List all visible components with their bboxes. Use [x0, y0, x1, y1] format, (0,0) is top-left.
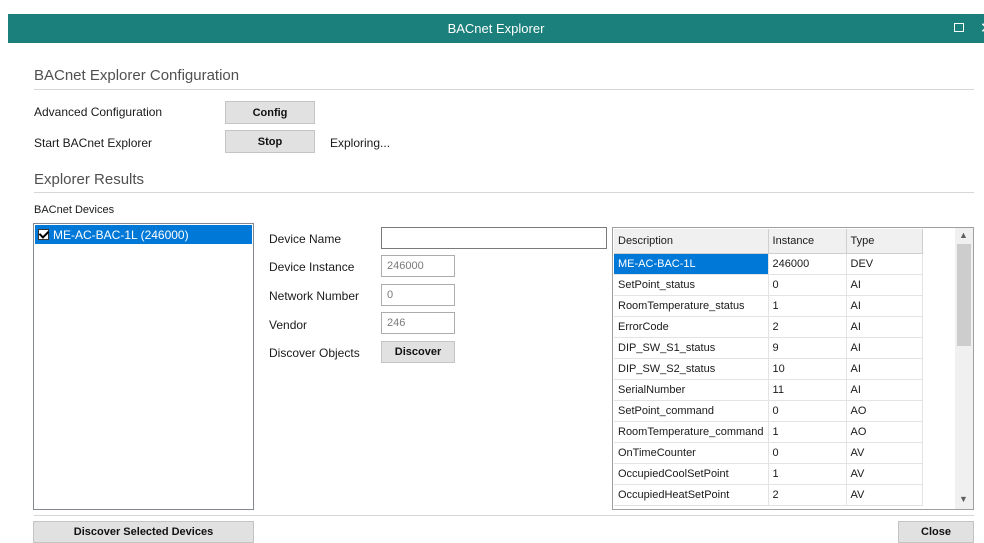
cell-type: DEV: [846, 253, 923, 275]
column-header-description[interactable]: Description: [614, 229, 769, 254]
column-header-type[interactable]: Type: [846, 229, 923, 254]
device-list-label: ME-AC-BAC-1L (246000): [53, 227, 189, 242]
device-instance-label: Device Instance: [269, 260, 355, 274]
cell-instance: 0: [768, 442, 847, 464]
cell-description: OccupiedHeatSetPoint: [614, 484, 769, 506]
table-row[interactable]: OccupiedCoolSetPoint 1 AV: [614, 463, 923, 485]
cell-description: OnTimeCounter: [614, 442, 769, 464]
config-divider: [34, 89, 974, 90]
cell-instance: 1: [768, 463, 847, 485]
table-row[interactable]: SetPoint_status 0 AI: [614, 274, 923, 296]
cell-instance: 0: [768, 400, 847, 422]
cell-type: AI: [846, 316, 923, 338]
cell-instance: 0: [768, 274, 847, 296]
table-row[interactable]: ME-AC-BAC-1L 246000 DEV: [614, 253, 923, 275]
cell-type: AO: [846, 400, 923, 422]
cell-instance: 11: [768, 379, 847, 401]
cell-description: ErrorCode: [614, 316, 769, 338]
cell-type: AO: [846, 421, 923, 443]
discover-button[interactable]: Discover: [381, 341, 455, 363]
cell-type: AI: [846, 358, 923, 380]
discover-selected-devices-button[interactable]: Discover Selected Devices: [33, 521, 254, 543]
cell-type: AV: [846, 463, 923, 485]
bacnet-devices-label: BACnet Devices: [34, 204, 115, 216]
stop-button[interactable]: Stop: [225, 130, 315, 153]
cell-instance: 9: [768, 337, 847, 359]
table-row[interactable]: DIP_SW_S2_status 10 AI: [614, 358, 923, 380]
cell-type: AI: [846, 274, 923, 296]
cell-description: DIP_SW_S2_status: [614, 358, 769, 380]
device-name-label: Device Name: [269, 232, 342, 246]
results-section-title: Explorer Results: [34, 171, 145, 188]
device-instance-field[interactable]: [381, 255, 455, 277]
maximize-icon[interactable]: [954, 23, 964, 32]
cell-description: RoomTemperature_status: [614, 295, 769, 317]
cell-instance: 2: [768, 316, 847, 338]
table-row[interactable]: DIP_SW_S1_status 9 AI: [614, 337, 923, 359]
table-row[interactable]: ErrorCode 2 AI: [614, 316, 923, 338]
cell-type: AV: [846, 484, 923, 506]
grid-scrollbar[interactable]: ▲ ▼: [955, 228, 973, 509]
table-row[interactable]: RoomTemperature_status 1 AI: [614, 295, 923, 317]
window-title: BACnet Explorer: [447, 21, 545, 36]
results-divider: [34, 192, 974, 193]
cell-instance: 1: [768, 295, 847, 317]
start-explorer-label: Start BACnet Explorer: [34, 136, 153, 150]
cell-type: AI: [846, 295, 923, 317]
table-row[interactable]: OccupiedHeatSetPoint 2 AV: [614, 484, 923, 506]
device-list-item[interactable]: ME-AC-BAC-1L (246000): [35, 225, 252, 244]
network-number-field[interactable]: [381, 284, 455, 306]
advanced-config-label: Advanced Configuration: [34, 105, 163, 119]
cell-type: AI: [846, 337, 923, 359]
config-button[interactable]: Config: [225, 101, 315, 124]
cell-description: DIP_SW_S1_status: [614, 337, 769, 359]
table-row[interactable]: SetPoint_command 0 AO: [614, 400, 923, 422]
device-name-field[interactable]: [381, 227, 607, 249]
cell-description: OccupiedCoolSetPoint: [614, 463, 769, 485]
vendor-field[interactable]: [381, 312, 455, 334]
cell-type: AI: [846, 379, 923, 401]
cell-instance: 246000: [768, 253, 847, 275]
explorer-status: Exploring...: [330, 136, 391, 150]
vendor-label: Vendor: [269, 318, 308, 332]
config-section-title: BACnet Explorer Configuration: [34, 67, 240, 84]
device-checkbox[interactable]: [38, 229, 49, 240]
cell-description: SerialNumber: [614, 379, 769, 401]
table-row[interactable]: SerialNumber 11 AI: [614, 379, 923, 401]
scroll-up-icon[interactable]: ▲: [959, 230, 968, 240]
table-row[interactable]: RoomTemperature_command 1 AO: [614, 421, 923, 443]
network-number-label: Network Number: [269, 289, 360, 303]
discover-objects-label: Discover Objects: [269, 346, 360, 360]
scroll-down-icon[interactable]: ▼: [959, 494, 968, 504]
cell-instance: 2: [768, 484, 847, 506]
objects-grid[interactable]: Description Instance Type ME-AC-BAC-1L 24…: [612, 227, 974, 510]
close-button[interactable]: Close: [898, 521, 974, 543]
devices-list[interactable]: ME-AC-BAC-1L (246000): [33, 223, 254, 510]
cell-instance: 10: [768, 358, 847, 380]
footer-divider: [34, 515, 974, 516]
table-header-row: Description Instance Type: [614, 229, 923, 254]
cell-instance: 1: [768, 421, 847, 443]
title-bar: BACnet Explorer ✕: [8, 14, 984, 43]
objects-table: Description Instance Type ME-AC-BAC-1L 24…: [614, 229, 923, 506]
column-header-instance[interactable]: Instance: [768, 229, 847, 254]
scrollbar-thumb[interactable]: [957, 244, 971, 346]
cell-description: RoomTemperature_command: [614, 421, 769, 443]
close-icon[interactable]: ✕: [980, 19, 984, 37]
cell-description: SetPoint_status: [614, 274, 769, 296]
cell-description: SetPoint_command: [614, 400, 769, 422]
cell-type: AV: [846, 442, 923, 464]
cell-description: ME-AC-BAC-1L: [614, 253, 769, 275]
table-row[interactable]: OnTimeCounter 0 AV: [614, 442, 923, 464]
